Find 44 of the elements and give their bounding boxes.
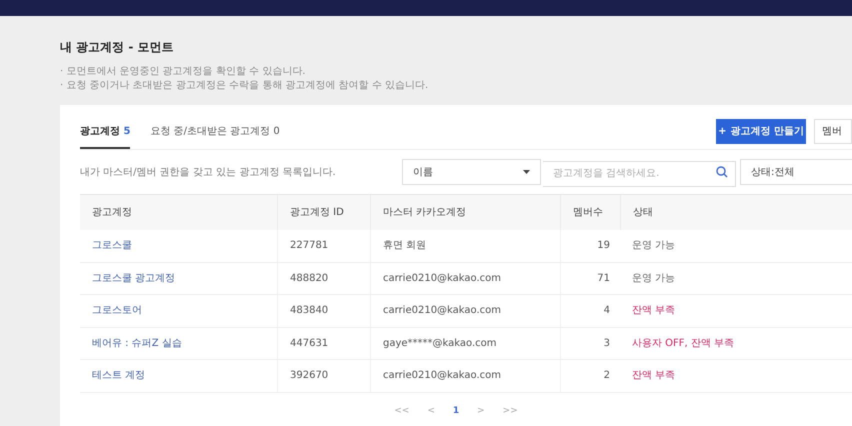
- table-cell-text: carrie0210@kakao.com: [383, 304, 502, 318]
- table-cell-text: 3: [604, 336, 610, 351]
- page-title: 내 광고계정 - 모먼트: [60, 39, 175, 56]
- page-number[interactable]: 1: [452, 404, 460, 418]
- column-header: 멤버수: [573, 206, 603, 220]
- create-account-button[interactable]: + 광고계정 만들기: [716, 119, 806, 144]
- status-text: 잔액 부족: [632, 304, 676, 318]
- table-cell-text: 71: [597, 272, 610, 286]
- table-cell-text: 392670: [290, 369, 328, 384]
- table-cell-text: 488820: [290, 272, 328, 286]
- table-cell-text: 4: [604, 304, 610, 318]
- tab[interactable]: 요청 중/초대받은 광고계정 0: [150, 124, 280, 149]
- account-link[interactable]: 테스트 계정: [92, 368, 146, 384]
- column-header: 광고계정: [92, 206, 132, 220]
- search-field[interactable]: 광고계정을 검색하세요.: [543, 160, 736, 186]
- table-cell-text: 2: [604, 369, 610, 384]
- account-link[interactable]: 그로스쿨: [92, 238, 132, 254]
- description-text: 내가 마스터/멤버 권한을 갖고 있는 광고계정 목록입니다.: [80, 166, 336, 180]
- table-cell-text: 447631: [290, 336, 328, 351]
- status-text: 사용자 OFF, 잔액 부족: [632, 336, 734, 351]
- field-select[interactable]: 이름: [402, 159, 541, 185]
- table-cell-text: gaye*****@kakao.com: [383, 336, 497, 351]
- table-cell-text: carrie0210@kakao.com: [383, 369, 502, 384]
- column-header: 상태: [633, 206, 653, 220]
- status-text: 잔액 부족: [632, 369, 676, 384]
- status-text: 운영 가능: [632, 239, 676, 254]
- account-link[interactable]: 그로스토어: [92, 303, 142, 318]
- table-cell-text: carrie0210@kakao.com: [383, 272, 502, 286]
- caret-icon: [523, 170, 530, 174]
- column-header: 광고계정 ID: [290, 206, 344, 220]
- account-link[interactable]: 베어유 : 슈퍼Z 실습: [92, 336, 182, 351]
- table-cell-text: 19: [597, 239, 610, 254]
- column-header: 마스터 카카오계정: [383, 206, 466, 220]
- status-text: 운영 가능: [632, 272, 676, 286]
- member-permission-button[interactable]: 멤버: [814, 119, 852, 144]
- search-icon[interactable]: [716, 166, 728, 178]
- table-cell-text: 휴면 회원: [383, 239, 426, 254]
- info-note: · 모먼트에서 운영중인 광고계정을 확인할 수 있습니다.: [60, 66, 306, 77]
- account-link[interactable]: 그로스쿨 광고계정: [92, 270, 176, 286]
- table-cell-text: 227781: [290, 239, 328, 254]
- tab[interactable]: 광고계정 5: [80, 124, 130, 149]
- info-note: · 요청 중이거나 초대받은 광고계정은 수락을 통해 광고계정에 참여할 수 있습니다.: [60, 80, 430, 91]
- table-cell-text: 483840: [290, 304, 328, 318]
- status-select[interactable]: 상태:전체: [740, 159, 852, 185]
